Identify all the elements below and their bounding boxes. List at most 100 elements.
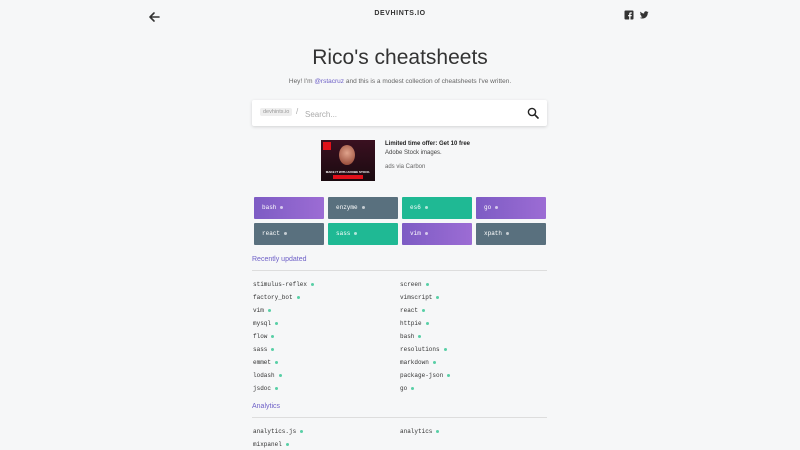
list-item[interactable]: stimulus-reflex [253, 281, 315, 288]
list-item-dot [275, 360, 279, 364]
list-item-label: package-json [400, 372, 444, 379]
tile-sass[interactable]: sass [328, 223, 398, 245]
list-item[interactable]: screen [400, 281, 429, 288]
tile-dot [354, 231, 358, 235]
list-item-dot [436, 429, 440, 433]
list-item[interactable]: react [400, 307, 426, 314]
list-item-dot [425, 321, 429, 325]
tile-vim[interactable]: vim [402, 223, 472, 245]
list-item[interactable]: emmet [253, 359, 279, 366]
list-item[interactable]: flow [253, 333, 275, 340]
intro-after: and this is a modest collection of cheat… [344, 78, 512, 85]
list-item[interactable]: mysql [253, 320, 279, 327]
list-item[interactable]: analytics [400, 428, 440, 435]
tile-label: sass [336, 230, 351, 237]
list-item[interactable]: package-json [400, 372, 451, 379]
site-brand[interactable]: DEVHINTS.IO [0, 10, 800, 17]
list-item[interactable]: bash [400, 333, 422, 340]
list-item-dot [443, 347, 447, 351]
list-item-label: jsdoc [253, 385, 272, 392]
list-item-dot [425, 282, 429, 286]
list-item[interactable]: vimscript [400, 294, 440, 301]
list-item-label: flow [253, 333, 268, 340]
list-item[interactable]: httpie [400, 320, 429, 327]
list-item[interactable]: factory_bot [253, 294, 300, 301]
list-item-dot [432, 360, 436, 364]
top-bar: DEVHINTS.IO [0, 0, 800, 30]
list-item[interactable]: resolutions [400, 346, 447, 353]
list-item[interactable]: go [400, 385, 415, 392]
tile-dot [284, 231, 288, 235]
tile-enzyme[interactable]: enzyme [328, 197, 398, 219]
list-item-label: sass [253, 346, 268, 353]
tile-xpath[interactable]: xpath [476, 223, 546, 245]
list-item-label: stimulus-reflex [253, 281, 308, 288]
ad-body[interactable]: Adobe Stock images. [385, 150, 545, 156]
list-item-dot [422, 308, 426, 312]
list-item-label: emmet [253, 359, 272, 366]
search-box[interactable]: devhints.io / [252, 100, 547, 126]
list-item-dot [275, 321, 279, 325]
site-chip: devhints.io [260, 108, 293, 116]
list-item-label: react [400, 307, 419, 314]
list-item-label: httpie [400, 320, 422, 327]
list-item-dot [278, 373, 282, 377]
search-icon[interactable] [527, 107, 539, 119]
list-item[interactable]: lodash [253, 372, 282, 379]
list-item[interactable]: markdown [400, 359, 436, 366]
tile-label: enzyme [336, 204, 358, 211]
tile-dot [424, 205, 428, 209]
list-item-label: go [400, 385, 408, 392]
tile-label: es6 [410, 204, 421, 211]
list-item-label: lodash [253, 372, 275, 379]
ad-image[interactable]: MAKE IT WITH ADOBE STOCK. [321, 140, 375, 181]
list-item-dot [447, 373, 451, 377]
tile-label: bash [262, 204, 277, 211]
tile-dot [280, 205, 284, 209]
ad-image-button [333, 175, 363, 179]
list-item[interactable]: analytics.js [253, 428, 304, 435]
list-item-label: mysql [253, 320, 272, 327]
list-item[interactable]: mixpanel [253, 441, 289, 448]
list-item-dot [271, 347, 275, 351]
tile-label: vim [410, 230, 421, 237]
tile-bash[interactable]: bash [254, 197, 324, 219]
list-item-dot [311, 282, 315, 286]
author-link[interactable]: @rstacruz [314, 78, 344, 85]
tile-dot [495, 205, 499, 209]
section-divider [252, 417, 547, 418]
list-item[interactable]: sass [253, 346, 275, 353]
facebook-icon[interactable] [624, 10, 634, 20]
intro-before: Hey! I'm [288, 78, 315, 85]
twitter-icon[interactable] [639, 10, 649, 20]
list-item-dot [271, 334, 275, 338]
list-item-label: vimscript [400, 294, 433, 301]
list-item-dot [418, 334, 422, 338]
list-item-dot [436, 295, 440, 299]
ad-credit[interactable]: ads via Carbon [385, 164, 545, 170]
list-item-label: screen [400, 281, 422, 288]
search-input[interactable] [303, 106, 507, 122]
list-item-label: markdown [400, 359, 429, 366]
tile-dot [424, 231, 428, 235]
tile-label: xpath [484, 230, 503, 237]
list-item-label: analytics.js [253, 428, 297, 435]
list-item-label: resolutions [400, 346, 440, 353]
tile-dot [361, 205, 365, 209]
adobe-logo-icon [323, 142, 331, 150]
ad-image-caption: MAKE IT WITH ADOBE STOCK. [325, 170, 371, 174]
list-item-dot [411, 386, 415, 390]
list-item-dot [285, 442, 289, 446]
list-item-label: mixpanel [253, 441, 282, 448]
search-slash: / [296, 107, 299, 116]
tile-go[interactable]: go [476, 197, 546, 219]
section-heading-analytics: Analytics [252, 403, 281, 410]
list-item-label: vim [253, 307, 264, 314]
list-item-dot [300, 429, 304, 433]
ad-title[interactable]: Limited time offer: Get 10 free [385, 141, 545, 147]
list-item[interactable]: jsdoc [253, 385, 279, 392]
list-item[interactable]: vim [253, 307, 271, 314]
tile-react[interactable]: react [254, 223, 324, 245]
tile-label: go [484, 204, 492, 211]
tile-es6[interactable]: es6 [402, 197, 472, 219]
